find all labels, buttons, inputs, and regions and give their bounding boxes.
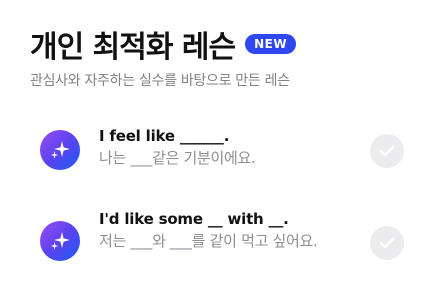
check-icon[interactable] [370, 226, 404, 260]
new-badge: NEW [245, 34, 297, 54]
lesson-item[interactable]: I feel like ______. 나는 ___같은 기분이에요. [40, 124, 404, 170]
lesson-item[interactable]: I'd like some __ with __. 저는 ___와 ___를 같… [40, 207, 404, 261]
lesson-korean: 나는 ___같은 기분이에요. [99, 149, 256, 167]
header: 개인 최적화 레슨 NEW [30, 22, 416, 66]
lesson-english: I feel like ______. [99, 127, 230, 145]
lesson-korean: 저는 ___와 ___를 같이 먹고 싶어요. [99, 232, 318, 250]
lesson-text: I'd like some __ with __. 저는 ___와 ___를 같… [99, 207, 404, 251]
page-title: 개인 최적화 레슨 [30, 30, 236, 65]
page-subtitle: 관심사와 자주하는 실수를 바탕으로 만든 레슨 [30, 73, 290, 89]
sparkle-icon [40, 130, 80, 170]
check-icon[interactable] [370, 134, 404, 168]
lesson-screen: 개인 최적화 레슨 NEW 관심사와 자주하는 실수를 바탕으로 만든 레슨 I… [0, 0, 444, 300]
lesson-text: I feel like ______. 나는 ___같은 기분이에요. [99, 124, 404, 168]
lesson-english: I'd like some __ with __. [99, 210, 289, 228]
sparkle-icon [40, 221, 80, 261]
